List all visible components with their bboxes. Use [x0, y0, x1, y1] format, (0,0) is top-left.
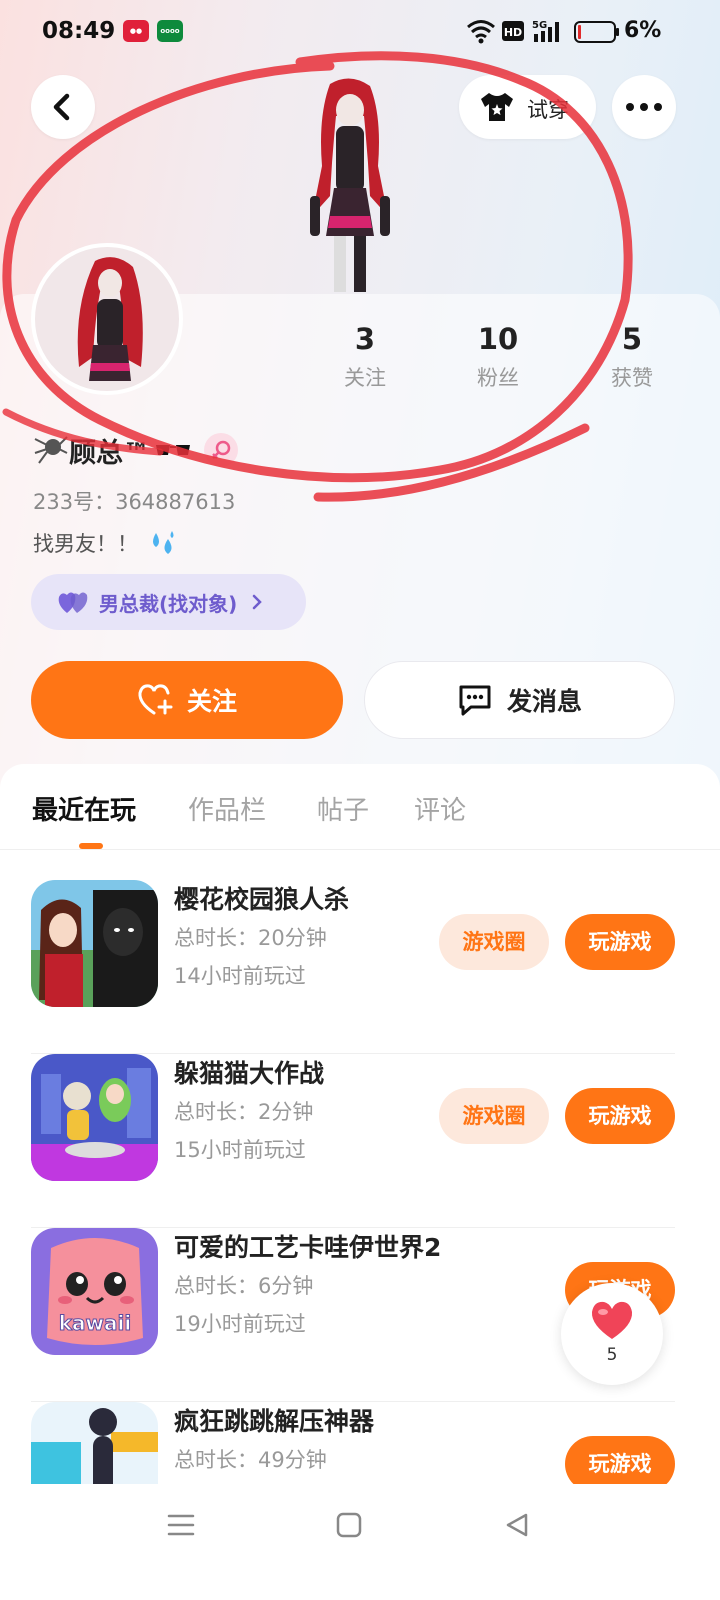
notification-app-green-icon: oooo — [157, 20, 183, 42]
game-total-duration: 总时长：6分钟 — [174, 1274, 314, 1298]
tshirt-icon — [481, 93, 513, 121]
game-list-item[interactable]: 樱花校园狼人杀 总时长：20分钟 14小时前玩过 游戏圈 玩游戏 — [0, 880, 720, 1054]
home-square-icon[interactable] — [336, 1512, 362, 1538]
game-thumbnail — [31, 880, 158, 1007]
game-thumbnail-image — [31, 1402, 158, 1484]
back-triangle-icon[interactable] — [504, 1512, 530, 1538]
bio-row: 找男友！！ — [33, 528, 178, 558]
stat-followers[interactable]: 10 粉丝 — [438, 322, 558, 392]
game-last-played: 15小时前玩过 — [174, 1138, 306, 1162]
menu-icon[interactable] — [166, 1512, 196, 1538]
try-on-button[interactable]: 试穿 — [459, 75, 596, 139]
game-title: 躲猫猫大作战 — [174, 1059, 325, 1088]
tab-comments[interactable]: 评论 — [414, 790, 466, 827]
following-label: 关注 — [344, 366, 386, 390]
stat-following[interactable]: 3 关注 — [305, 322, 425, 392]
floating-like-button[interactable]: 5 — [561, 1283, 663, 1385]
game-total-duration: 总时长：20分钟 — [174, 926, 327, 950]
back-button[interactable] — [31, 75, 95, 139]
game-thumbnail-image: kawaii — [31, 1228, 158, 1355]
username: 顾总™ — [69, 437, 150, 469]
tab-works[interactable]: 作品栏 — [188, 790, 266, 827]
game-circle-button[interactable]: 游戏圈 — [439, 914, 549, 970]
game-last-played: 14小时前玩过 — [174, 964, 306, 988]
game-last-played: 19小时前玩过 — [174, 1312, 306, 1336]
signal-5g-icon: 5G — [532, 20, 559, 42]
relationship-tag-label: 男总裁(找对象) — [99, 591, 238, 616]
play-game-button[interactable]: 玩游戏 — [565, 914, 675, 970]
follow-label: 关注 — [186, 687, 237, 716]
game-list-item[interactable]: 疯狂跳跳解压神器 总时长：49分钟 玩游戏 — [0, 1402, 720, 1484]
followers-label: 粉丝 — [477, 366, 519, 390]
play-game-button[interactable]: 玩游戏 — [565, 1436, 675, 1484]
heart-plus-icon — [138, 684, 173, 715]
chat-bubble-icon — [459, 685, 491, 716]
game-total-duration: 总时长：49分钟 — [174, 1448, 327, 1472]
follow-button[interactable]: 关注 — [31, 661, 343, 739]
double-heart-icon — [58, 592, 88, 613]
game-total-duration: 总时长：2分钟 — [174, 1100, 314, 1124]
status-time: 08:49 — [42, 18, 116, 44]
bio-text: 找男友！！ — [33, 532, 138, 556]
play-game-button[interactable]: 玩游戏 — [565, 1088, 675, 1144]
chevron-right-icon — [253, 594, 263, 610]
svg-text:5G: 5G — [532, 20, 547, 31]
tab-recently-played[interactable]: 最近在玩 — [32, 790, 136, 827]
stat-likes[interactable]: 5 获赞 — [572, 322, 692, 392]
likes-count: 5 — [621, 322, 643, 356]
send-message-button[interactable]: 发消息 — [364, 661, 675, 739]
game-list-item[interactable]: 躲猫猫大作战 总时长：2分钟 15小时前玩过 游戏圈 玩游戏 — [0, 1054, 720, 1228]
avatar[interactable] — [31, 243, 183, 395]
game-thumbnail-image — [31, 880, 158, 1007]
sunglasses-emoji-icon — [156, 445, 190, 455]
game-thumbnail-image — [31, 1054, 158, 1181]
user-id: 233号：364887613 — [33, 490, 236, 514]
send-message-label: 发消息 — [506, 687, 582, 716]
game-thumbnail: kawaii — [31, 1228, 158, 1355]
svg-text:HD: HD — [504, 26, 522, 39]
wifi-icon — [467, 20, 495, 44]
like-count: 5 — [606, 1345, 618, 1365]
game-title: 樱花校园狼人杀 — [174, 885, 350, 914]
gender-badge — [204, 433, 238, 467]
battery-icon — [574, 21, 619, 43]
tab-divider — [0, 849, 720, 850]
game-circle-button[interactable]: 游戏圈 — [439, 1088, 549, 1144]
notification-app-red-icon: ●● — [123, 20, 149, 42]
spider-emoji-icon — [34, 436, 68, 464]
likes-label: 获赞 — [611, 366, 653, 390]
sweat-droplets-emoji-icon — [153, 531, 174, 554]
battery-percentage: 6% — [624, 18, 662, 43]
more-dots-icon — [626, 103, 662, 111]
system-navigation-bar — [0, 1484, 720, 1600]
hd-icon: HD — [502, 21, 524, 41]
game-thumbnail — [31, 1402, 158, 1484]
tab-posts[interactable]: 帖子 — [317, 790, 369, 827]
svg-text:kawaii: kawaii — [59, 1311, 131, 1335]
avatar-image — [77, 257, 143, 381]
game-title: 疯狂跳跳解压神器 — [174, 1407, 375, 1436]
heart-icon — [591, 1301, 633, 1339]
status-bar: 08:49 ●● oooo HD 5G 6% — [0, 0, 720, 64]
username-row: 顾总™ — [33, 428, 238, 472]
followers-count: 10 — [477, 322, 519, 356]
try-on-label: 试穿 — [527, 98, 569, 122]
back-arrow-icon — [53, 93, 70, 121]
relationship-tag[interactable]: 男总裁(找对象) — [31, 574, 306, 630]
avatar-3d-figure — [310, 78, 390, 292]
female-symbol-icon — [212, 440, 231, 459]
more-options-button[interactable] — [612, 75, 676, 139]
game-thumbnail — [31, 1054, 158, 1181]
following-count: 3 — [354, 322, 376, 356]
game-title: 可爱的工艺卡哇伊世界2 — [174, 1233, 442, 1262]
